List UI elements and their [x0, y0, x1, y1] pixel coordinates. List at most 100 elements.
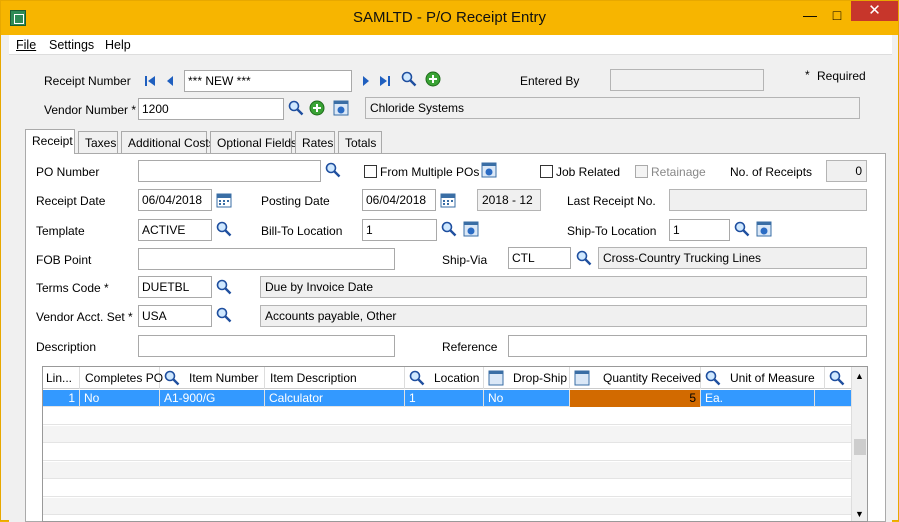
tab-rates[interactable]: Rates [295, 131, 335, 153]
vendor-zoom-icon[interactable] [288, 100, 304, 116]
terms-code-label: Terms Code * [36, 281, 109, 295]
next-icon[interactable] [358, 73, 374, 89]
tab-taxes[interactable]: Taxes [78, 131, 118, 153]
cell-completes-po[interactable]: No [80, 390, 160, 407]
menu-settings-label: Settings [49, 38, 95, 52]
scroll-down-icon[interactable]: ▼ [855, 509, 864, 519]
vendor-number-input[interactable]: 1200 [138, 98, 284, 120]
table-row[interactable] [43, 480, 852, 497]
close-button[interactable]: ✕ [851, 1, 898, 21]
cell-item-description[interactable]: Calculator [265, 390, 405, 407]
receipt-date-input[interactable]: 06/04/2018 [138, 189, 212, 211]
scroll-thumb[interactable] [854, 439, 866, 455]
required-label: Required [817, 69, 866, 83]
posting-date-calendar-icon[interactable] [440, 192, 456, 208]
ship-via-zoom-icon[interactable] [576, 250, 592, 266]
table-row[interactable] [43, 426, 852, 443]
col-item-number[interactable]: Item Number [186, 367, 265, 389]
po-number-input[interactable] [138, 160, 321, 182]
bill-to-info-icon[interactable] [463, 221, 479, 237]
menu-file[interactable]: File [16, 38, 36, 52]
fob-point-input[interactable] [138, 248, 395, 270]
table-row[interactable]: 1 No A1-900/G Calculator 1 No 5 Ea. [43, 390, 852, 407]
col-extra-zoom-icon[interactable] [829, 370, 845, 386]
vendor-info-icon[interactable] [333, 100, 349, 116]
bill-to-zoom-icon[interactable] [441, 221, 457, 237]
required-marker: * [805, 68, 810, 82]
posting-date-input[interactable]: 06/04/2018 [362, 189, 436, 211]
col-completes-po[interactable]: Completes PO [80, 367, 163, 389]
client-area: Receipt Number *** NEW *** Entered By * … [9, 56, 892, 522]
tab-additional-costs[interactable]: Additional Costs [121, 131, 215, 153]
cell-quantity-received[interactable]: 5 [570, 390, 701, 407]
template-zoom-icon[interactable] [216, 221, 232, 237]
template-input[interactable]: ACTIVE [138, 219, 212, 241]
ship-to-location-label: Ship-To Location [567, 224, 657, 238]
table-row[interactable] [43, 444, 852, 461]
tab-receipt[interactable]: Receipt [25, 129, 75, 154]
col-quantity-icon[interactable] [574, 370, 590, 386]
table-row[interactable] [43, 498, 852, 515]
retainage-checkbox [635, 165, 648, 178]
po-number-label: PO Number [36, 165, 100, 179]
ship-to-zoom-icon[interactable] [734, 221, 750, 237]
job-related-label: Job Related [556, 165, 621, 179]
previous-icon[interactable] [162, 73, 178, 89]
vendor-acct-set-label: Vendor Acct. Set * [36, 310, 133, 324]
col-line[interactable]: Lin... [43, 367, 80, 389]
window-title: SAMLTD - P/O Receipt Entry [352, 9, 547, 26]
maximize-button[interactable]: □ [824, 5, 850, 25]
terms-zoom-icon[interactable] [216, 279, 232, 295]
menu-file-label: File [16, 38, 37, 52]
col-drop-ship[interactable]: Drop-Ship [508, 367, 570, 389]
bill-to-location-input[interactable]: 1 [362, 219, 437, 241]
cell-item-number[interactable]: A1-900/G [160, 390, 265, 407]
entered-by-field [610, 69, 764, 91]
col-location-zoom-icon[interactable] [409, 370, 425, 386]
last-icon[interactable] [377, 73, 393, 89]
minimize-button[interactable]: — [797, 5, 823, 25]
cell-unit-of-measure[interactable]: Ea. [701, 390, 815, 407]
cell-drop-ship[interactable]: No [484, 390, 570, 407]
menu-settings[interactable]: Settings [49, 38, 94, 52]
no-of-receipts-field: 0 [826, 160, 867, 182]
receipt-date-calendar-icon[interactable] [216, 192, 232, 208]
col-drop-ship-icon[interactable] [488, 370, 504, 386]
multiple-pos-info-icon[interactable] [481, 162, 497, 178]
scroll-up-icon[interactable]: ▲ [855, 371, 864, 381]
entered-by-label: Entered By [520, 74, 580, 88]
reference-input[interactable] [508, 335, 867, 357]
ship-via-input[interactable]: CTL [508, 247, 571, 269]
bill-to-location-label: Bill-To Location [261, 224, 343, 238]
detail-grid[interactable]: Lin... Completes PO Item Number Item Des… [42, 366, 868, 522]
job-related-checkbox[interactable] [540, 165, 553, 178]
cell-location[interactable]: 1 [405, 390, 484, 407]
menu-help[interactable]: Help [105, 38, 131, 52]
new-icon[interactable] [425, 71, 441, 87]
from-multiple-pos-checkbox[interactable] [364, 165, 377, 178]
col-location[interactable]: Location [429, 367, 484, 389]
vendor-new-icon[interactable] [309, 100, 325, 116]
col-item-zoom-icon[interactable] [164, 370, 180, 386]
cell-line[interactable]: 1 [43, 390, 80, 407]
vendor-acct-set-input[interactable]: USA [138, 305, 212, 327]
tab-totals[interactable]: Totals [338, 131, 382, 153]
first-icon[interactable] [142, 73, 158, 89]
terms-code-input[interactable]: DUETBL [138, 276, 212, 298]
col-unit-of-measure[interactable]: Unit of Measure [725, 367, 825, 389]
title-bar: SAMLTD - P/O Receipt Entry — □ ✕ [1, 1, 898, 35]
table-row[interactable] [43, 408, 852, 425]
tab-optional-fields[interactable]: Optional Fields [210, 131, 297, 153]
col-quantity-received[interactable]: Quantity Received [596, 367, 701, 389]
col-uom-zoom-icon[interactable] [705, 370, 721, 386]
col-item-description[interactable]: Item Description [265, 367, 405, 389]
po-zoom-icon[interactable] [325, 162, 341, 178]
zoom-icon[interactable] [401, 71, 417, 87]
receipt-number-input[interactable]: *** NEW *** [184, 70, 352, 92]
ship-to-location-input[interactable]: 1 [669, 219, 730, 241]
ship-to-info-icon[interactable] [756, 221, 772, 237]
vendor-acct-set-zoom-icon[interactable] [216, 307, 232, 323]
table-row[interactable] [43, 462, 852, 479]
description-input[interactable] [138, 335, 395, 357]
grid-scrollbar[interactable]: ▲ ▼ [851, 367, 867, 521]
